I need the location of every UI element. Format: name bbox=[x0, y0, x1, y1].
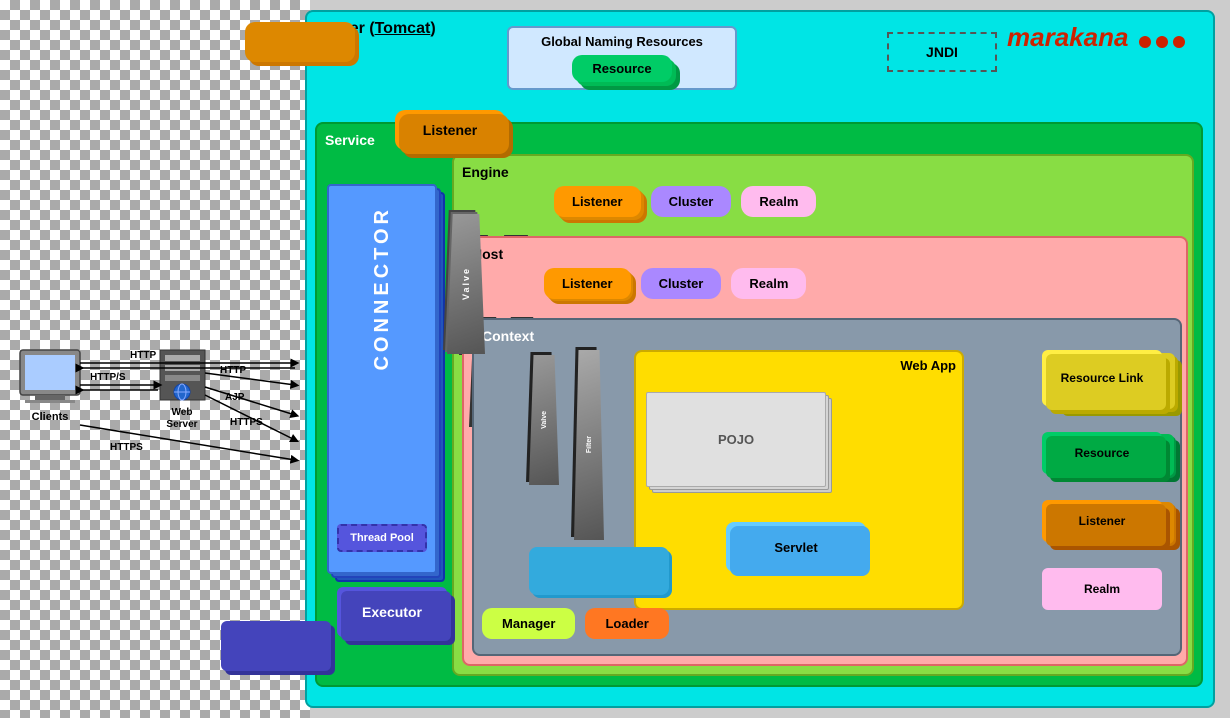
connector-stack: CONNECTOR Thread Pool bbox=[327, 184, 437, 574]
pojo-stack: POJO bbox=[646, 392, 826, 487]
host-listener-button[interactable]: Listener bbox=[544, 268, 631, 299]
global-resource-button[interactable]: Resource bbox=[572, 55, 671, 82]
host-container: Host Listener Cluster Realm bbox=[462, 236, 1188, 666]
server-listener-button[interactable]: Listener bbox=[395, 110, 505, 150]
context-container: Context Valve Filter bbox=[472, 318, 1182, 656]
connector-text: CONNECTOR bbox=[371, 206, 394, 371]
servlet-button[interactable]: Servlet bbox=[726, 522, 866, 572]
resource-link-stack: Resource Link bbox=[1042, 350, 1172, 406]
svg-text:HTTP: HTTP bbox=[130, 350, 156, 361]
svg-text:Server: Server bbox=[166, 419, 197, 430]
host-listener-stack: Listener bbox=[544, 268, 631, 299]
webapp-title: Web App bbox=[642, 358, 956, 373]
host-realm-button[interactable]: Realm bbox=[731, 268, 806, 299]
context-title: Context bbox=[482, 328, 1172, 344]
client-diagram-svg: Clients Web Server HTTP HTTP AJP HTTP/S … bbox=[10, 180, 310, 580]
engine-listener-stack: Listener bbox=[554, 186, 641, 217]
engine-listener-button[interactable]: Listener bbox=[554, 186, 641, 217]
engine-container: Engine Listener Cluster Realm Valve bbox=[452, 154, 1194, 676]
svg-text:Clients: Clients bbox=[32, 411, 69, 423]
client-side-area: Clients Web Server HTTP HTTP AJP HTTP/S … bbox=[10, 180, 310, 580]
executor-button[interactable]: Executor bbox=[337, 587, 447, 637]
svg-text:AJP: AJP bbox=[225, 392, 245, 403]
service-valve: Valve bbox=[447, 214, 485, 354]
marakana-logo: marakana bbox=[1007, 22, 1185, 53]
tomcat-label: Tomcat bbox=[375, 20, 431, 37]
thread-pool-box: Thread Pool bbox=[337, 524, 427, 552]
jndi-box: JNDI bbox=[887, 32, 997, 72]
svg-text:HTTP/S: HTTP/S bbox=[90, 372, 126, 383]
service-valve-text: Valve bbox=[461, 267, 471, 300]
svg-text:HTTPS: HTTPS bbox=[230, 417, 263, 428]
connector-main: CONNECTOR Thread Pool bbox=[327, 184, 437, 574]
service-container: Service CONNECTOR Thread Pool Executor V… bbox=[315, 122, 1203, 687]
resource-link-button[interactable]: Resource Link bbox=[1042, 350, 1162, 406]
resource-stack: Resource bbox=[1042, 432, 1172, 474]
context-valve: Valve bbox=[529, 355, 559, 485]
context-bottom-buttons: Manager Loader bbox=[482, 608, 669, 639]
marakana-dot-2 bbox=[1156, 36, 1168, 48]
engine-realm-button[interactable]: Realm bbox=[741, 186, 816, 217]
svg-text:HTTP: HTTP bbox=[220, 365, 246, 376]
context-right-buttons: Resource Link Resource bbox=[1042, 350, 1172, 610]
context-realm-button[interactable]: Realm bbox=[1042, 568, 1162, 610]
filter-text: Filter bbox=[586, 436, 593, 453]
host-top-buttons: Listener Cluster Realm bbox=[544, 268, 806, 299]
host-cluster-button[interactable]: Cluster bbox=[641, 268, 722, 299]
svg-text:Web: Web bbox=[172, 407, 193, 418]
context-resource-button[interactable]: Resource bbox=[1042, 432, 1162, 474]
svg-text:HTTPS: HTTPS bbox=[110, 442, 143, 453]
context-listener-button[interactable]: Listener bbox=[1042, 500, 1162, 542]
server-container: Server (Tomcat) Listener Global Naming R… bbox=[305, 10, 1215, 708]
engine-top-buttons: Listener Cluster Realm bbox=[554, 186, 816, 217]
global-naming-resources: Global Naming Resources Resource bbox=[507, 26, 737, 90]
engine-title: Engine bbox=[462, 164, 1184, 180]
filter-shape: Filter bbox=[574, 350, 604, 540]
marakana-dot-1 bbox=[1139, 36, 1151, 48]
loader-button[interactable]: Loader bbox=[585, 608, 668, 639]
pojo-label: POJO bbox=[718, 432, 754, 447]
host-title: Host bbox=[472, 246, 1178, 262]
marakana-dot-3 bbox=[1173, 36, 1185, 48]
manager-button[interactable]: Manager bbox=[482, 608, 575, 639]
context-listener-stack: Listener bbox=[1042, 500, 1172, 542]
webapp-container: Web App POJO bbox=[634, 350, 964, 610]
context-valve-text: Valve bbox=[541, 411, 548, 429]
engine-cluster-button[interactable]: Cluster bbox=[651, 186, 732, 217]
global-naming-title: Global Naming Resources bbox=[519, 34, 725, 49]
